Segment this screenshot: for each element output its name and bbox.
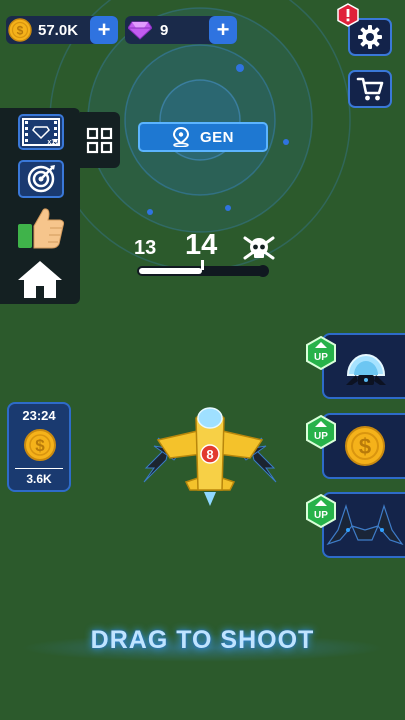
target-icon bbox=[27, 165, 55, 193]
grid-menu-button[interactable] bbox=[80, 112, 120, 168]
upgrade-badge[interactable]: UP bbox=[305, 336, 337, 370]
reward-amount: 3.6K bbox=[26, 472, 52, 486]
plane-number: 8 bbox=[206, 447, 213, 462]
level-end-node bbox=[257, 265, 269, 277]
gems-counter: 9 + bbox=[125, 16, 237, 44]
coins-counter: $ 57.0K + bbox=[6, 16, 118, 44]
previous-level: 13 bbox=[134, 237, 157, 259]
upgrade-badge-label: UP bbox=[314, 352, 328, 363]
coin-icon: $ bbox=[8, 18, 32, 42]
shop-button[interactable] bbox=[348, 70, 392, 108]
coin-icon: $ bbox=[345, 426, 385, 466]
svg-text:$: $ bbox=[359, 434, 371, 459]
upgrade-badge[interactable]: UP bbox=[305, 494, 337, 528]
add-gems-button[interactable]: + bbox=[209, 16, 237, 44]
side-menu: x10 bbox=[0, 108, 80, 304]
svg-text:$: $ bbox=[35, 436, 45, 455]
video-reward-button[interactable]: x10 bbox=[18, 114, 64, 150]
gem-icon bbox=[128, 21, 152, 40]
level-progress-track bbox=[137, 260, 269, 277]
drag-to-shoot-hint: DRAG TO SHOOT bbox=[90, 626, 315, 654]
thumbs-up-icon bbox=[18, 208, 65, 249]
location-pin-icon bbox=[172, 127, 189, 147]
level-progress-marker bbox=[200, 260, 204, 270]
wing-blades-icon bbox=[326, 504, 404, 546]
level-progress-fill bbox=[139, 268, 202, 274]
home-icon bbox=[18, 261, 62, 298]
skull-icon bbox=[243, 236, 275, 260]
home-button[interactable] bbox=[16, 258, 64, 305]
offline-reward-card[interactable]: 23:24 $ 3.6K bbox=[7, 402, 71, 492]
reward-timer: 23:24 bbox=[22, 408, 56, 423]
shield-ship-icon bbox=[346, 354, 386, 385]
rate-button[interactable] bbox=[16, 206, 66, 255]
gen-button[interactable]: GEN bbox=[138, 122, 268, 152]
gen-button-label: GEN bbox=[199, 128, 234, 146]
grid-icon bbox=[86, 127, 113, 154]
divider bbox=[15, 468, 63, 469]
player-plane[interactable]: 8 bbox=[140, 398, 280, 510]
add-coins-button[interactable]: + bbox=[90, 16, 118, 44]
upgrade-badge[interactable]: UP bbox=[305, 415, 337, 449]
gems-value: 9 bbox=[160, 21, 169, 39]
shopping-cart-icon bbox=[356, 77, 384, 101]
upgrade-badge-label: UP bbox=[314, 431, 328, 442]
gear-icon bbox=[358, 25, 382, 49]
alert-icon bbox=[337, 3, 359, 27]
upgrade-badge-label: UP bbox=[314, 510, 328, 521]
svg-text:$: $ bbox=[17, 24, 24, 38]
coins-value: 57.0K bbox=[38, 21, 79, 39]
missions-button[interactable] bbox=[18, 160, 64, 198]
current-level: 14 bbox=[185, 229, 218, 261]
video-multiplier: x10 bbox=[47, 139, 59, 146]
coin-icon: $ bbox=[24, 429, 56, 461]
